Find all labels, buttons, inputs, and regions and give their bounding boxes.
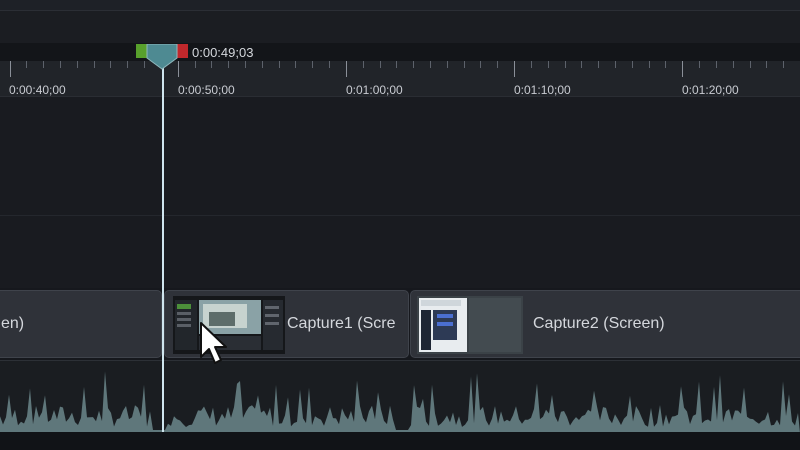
ruler-major-tick <box>9 61 11 77</box>
ruler-minor-tick <box>379 61 381 68</box>
audio-waveform <box>0 371 800 433</box>
mouse-pointer-icon <box>200 322 227 364</box>
ruler-minor-tick <box>430 61 431 68</box>
clip-title: Capture2 (Screen) <box>533 315 665 332</box>
waveform-shape <box>0 371 800 433</box>
ruler-minor-tick <box>194 61 196 68</box>
ruler-minor-tick <box>295 61 297 68</box>
clip-thumbnail <box>173 296 285 354</box>
ruler-minor-tick <box>110 61 112 68</box>
ruler-major-tick <box>682 61 684 77</box>
media-clip-capture2[interactable]: Capture2 (Screen) <box>410 290 800 358</box>
ruler-minor-tick <box>463 61 465 68</box>
ruler-minor-tick <box>631 61 633 68</box>
ruler-minor-tick <box>59 61 61 68</box>
empty-track-lane[interactable] <box>0 97 800 215</box>
ruler-label: 0:01:00;00 <box>346 83 403 97</box>
ruler-minor-tick <box>446 61 448 68</box>
ruler-minor-tick <box>749 61 751 68</box>
ruler-minor-tick <box>732 61 734 68</box>
top-toolbar-band <box>0 0 800 11</box>
playhead-handle-icon[interactable] <box>136 44 188 70</box>
ruler-minor-tick <box>228 61 230 68</box>
timeline-header <box>0 11 800 43</box>
ruler-minor-tick <box>76 61 78 68</box>
ruler-minor-tick <box>715 61 717 68</box>
ruler-minor-tick <box>362 61 364 68</box>
ruler-minor-tick <box>127 61 129 68</box>
ruler-minor-tick <box>244 61 246 68</box>
empty-track-lane[interactable] <box>0 216 800 288</box>
ruler-minor-tick <box>547 61 549 68</box>
clip-title: en) <box>1 315 25 332</box>
ruler-minor-tick <box>766 61 768 68</box>
ruler-minor-tick <box>43 61 45 68</box>
ruler-label: 0:01:20;00 <box>682 83 739 97</box>
playhead-time: 0:00:49;03 <box>192 45 254 60</box>
ruler-minor-tick <box>564 61 566 68</box>
horizontal-scrollbar[interactable] <box>0 432 800 450</box>
ruler-label: 0:00:40;00 <box>9 83 66 97</box>
ruler-minor-tick <box>783 61 785 68</box>
ruler-minor-tick <box>665 61 667 68</box>
ruler-major-tick <box>345 61 347 77</box>
media-clip[interactable]: en) <box>0 290 162 358</box>
ruler-minor-tick <box>278 61 280 68</box>
playhead-line[interactable] <box>162 60 164 432</box>
ruler-minor-tick <box>329 61 331 68</box>
ruler-minor-tick <box>581 61 583 68</box>
ruler-minor-tick <box>497 61 499 68</box>
ruler-major-tick <box>514 61 516 77</box>
ruler-minor-tick <box>211 61 213 68</box>
screen-thumbnail-icon <box>173 296 285 354</box>
playhead-strip[interactable] <box>0 43 800 61</box>
clip-thumbnail <box>417 296 523 354</box>
ruler-minor-tick <box>396 61 398 68</box>
ruler-label: 0:00:50;00 <box>178 83 235 97</box>
ruler-minor-tick <box>261 61 263 68</box>
ruler-minor-tick <box>598 61 600 68</box>
ruler-minor-tick <box>93 61 95 68</box>
ruler-minor-tick <box>699 61 701 68</box>
ruler-minor-tick <box>615 61 617 68</box>
ruler-minor-tick <box>312 61 314 68</box>
ruler-minor-tick <box>480 61 482 68</box>
timeline-ruler[interactable]: 0:00:40;00 0:00:50;00 0:01:00;00 0:01:10… <box>0 61 800 97</box>
clip-title: Capture1 (Scre <box>287 315 396 332</box>
ruler-minor-tick <box>26 61 28 68</box>
ruler-minor-tick <box>648 61 650 68</box>
audio-track[interactable] <box>0 360 800 433</box>
ruler-label: 0:01:10;00 <box>514 83 571 97</box>
ruler-minor-tick <box>530 61 532 68</box>
ruler-minor-tick <box>413 61 415 68</box>
screen-thumbnail-icon <box>417 296 523 354</box>
